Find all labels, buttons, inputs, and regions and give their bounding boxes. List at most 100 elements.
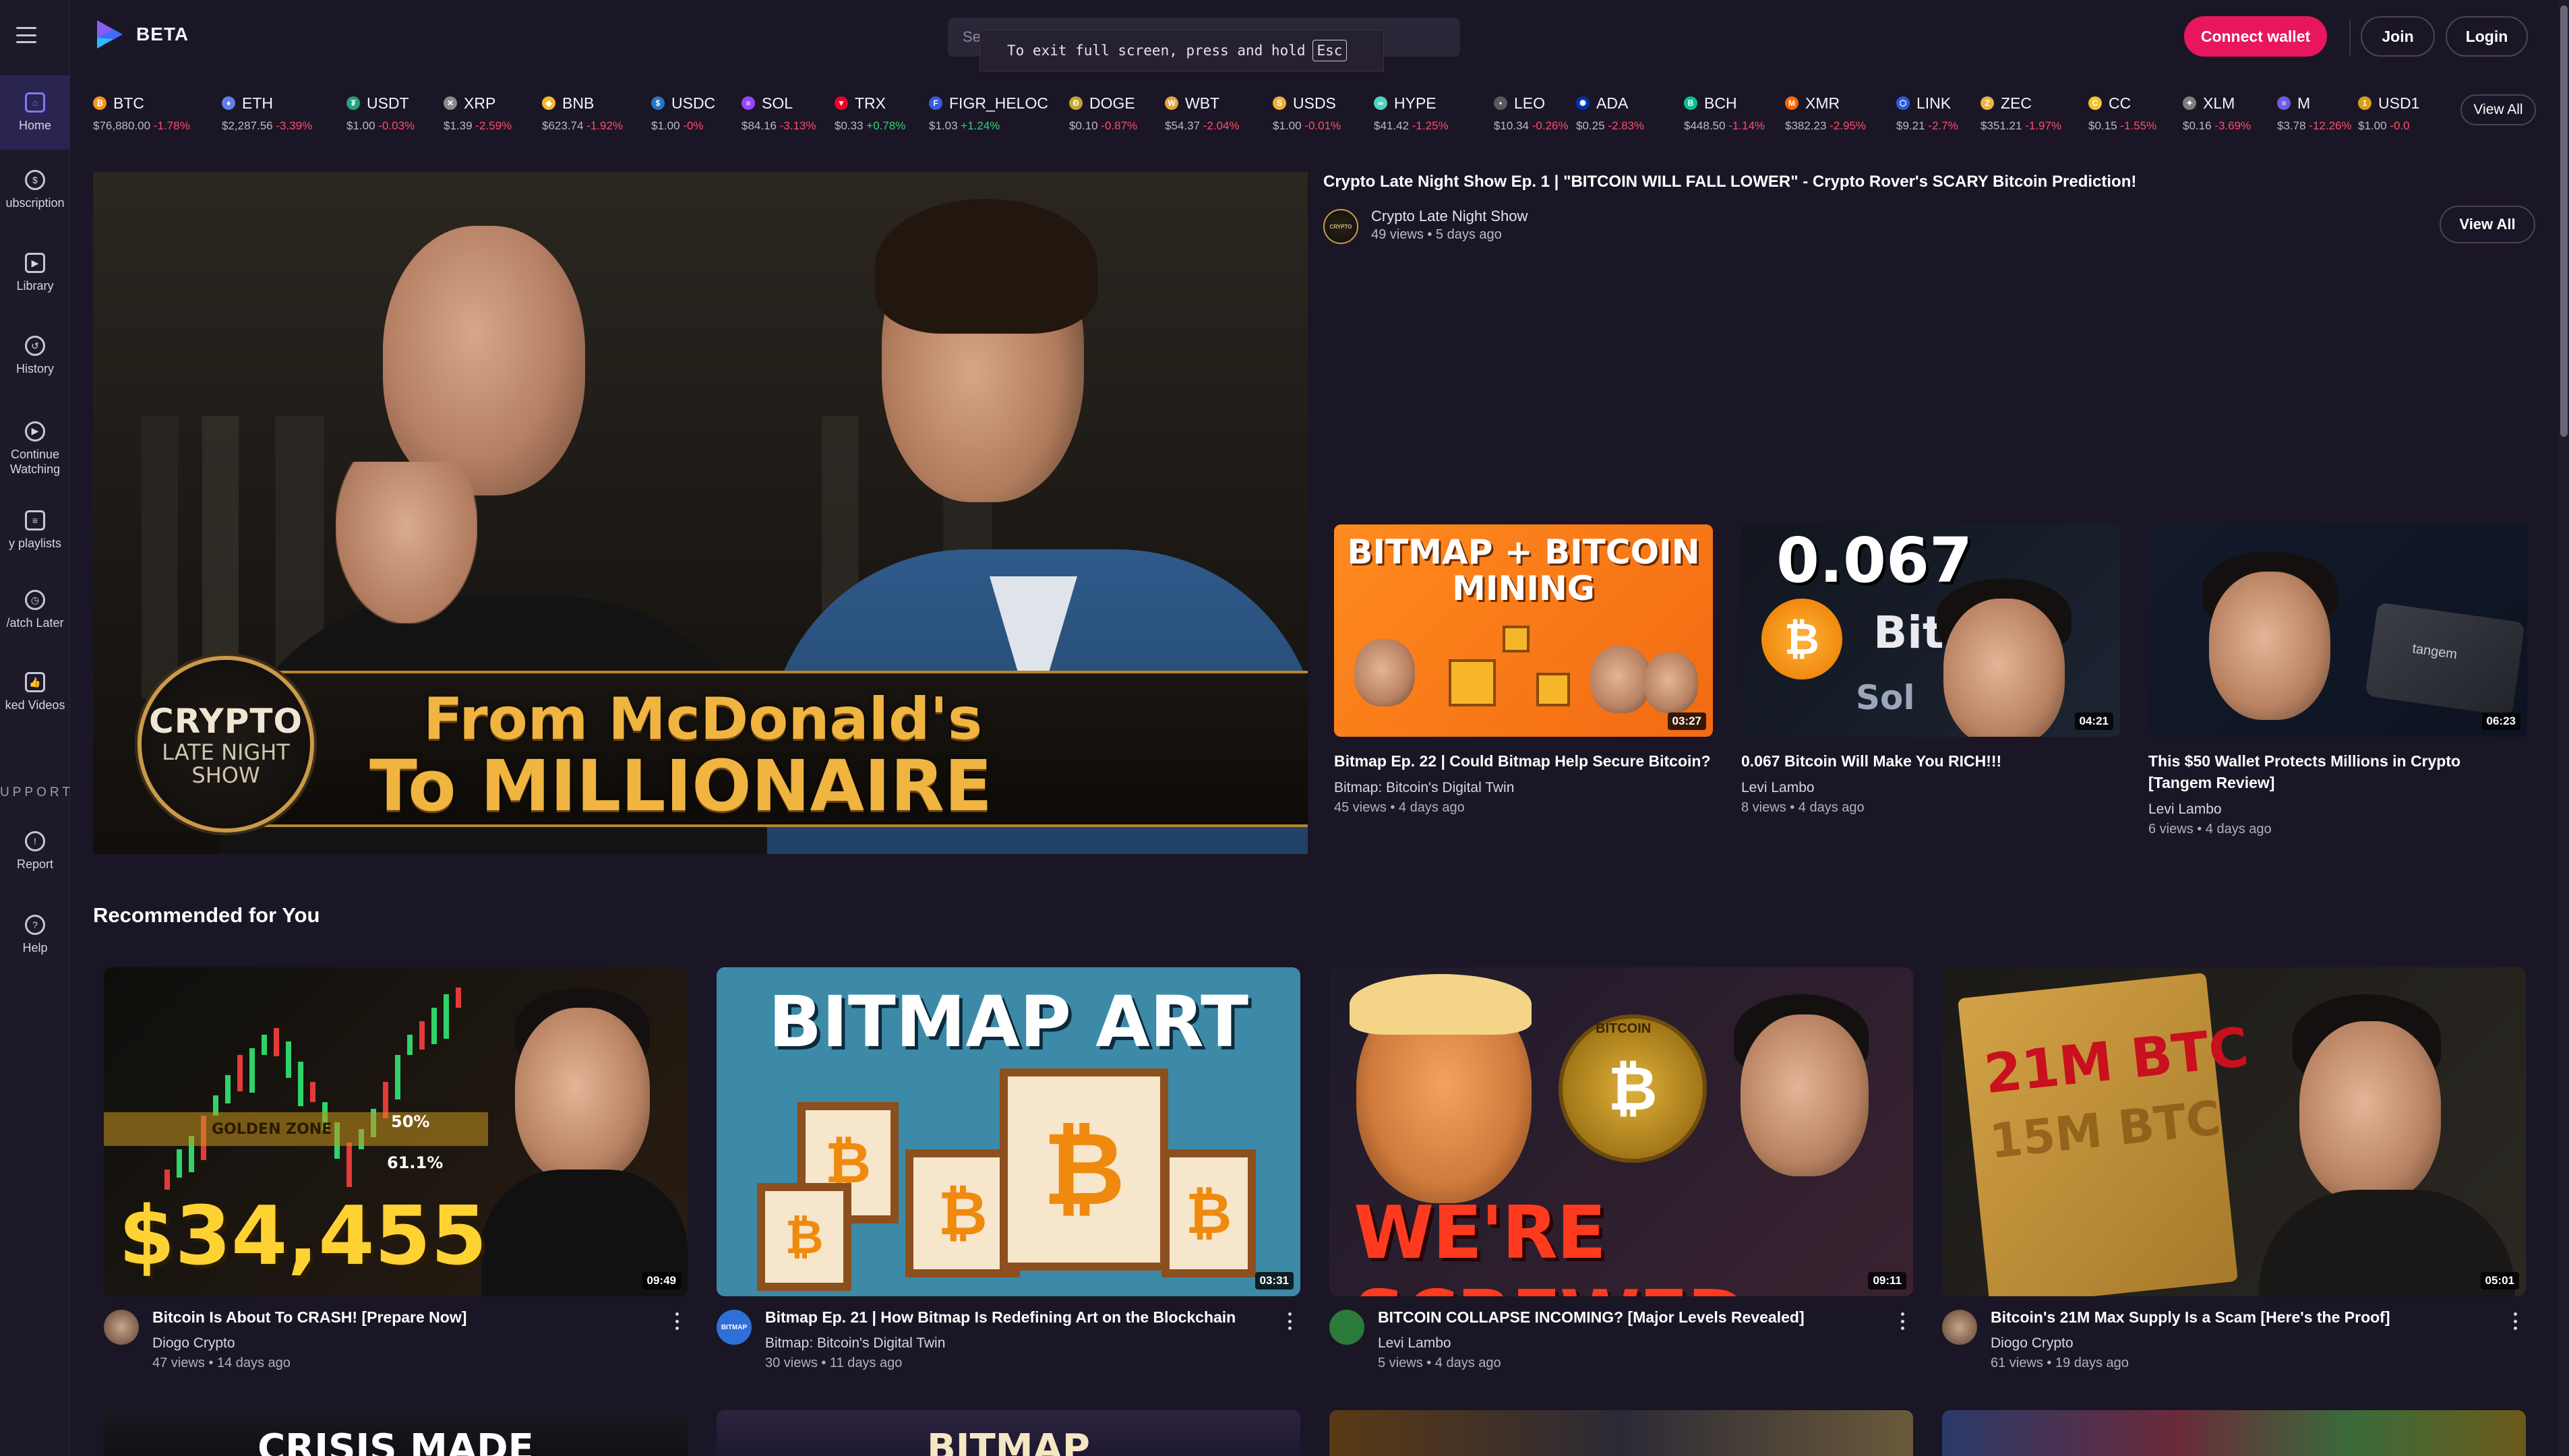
- video-title[interactable]: Bitcoin's 21M Max Supply Is a Scam [Here…: [1991, 1308, 2390, 1327]
- ticker-coin-leo[interactable]: • LEO $10.34 -0.26%: [1494, 91, 1569, 138]
- ticker-coin-usdc[interactable]: $ USDC $1.00 -0%: [651, 91, 715, 138]
- host-left-hand: [336, 462, 477, 624]
- ticker-coin-xrp[interactable]: ✕ XRP $1.39 -2.59%: [444, 91, 512, 138]
- channel-avatar[interactable]: BITMAP: [717, 1310, 752, 1345]
- sidebar-item-playlists[interactable]: ≡ y playlists: [0, 493, 70, 568]
- video-meta: 5 views • 4 days ago: [1378, 1356, 1501, 1370]
- sidebar-item-liked-videos[interactable]: 👍 ked Videos: [0, 655, 70, 729]
- fullscreen-toast-text: To exit full screen, press and hold: [1007, 42, 1306, 59]
- sidebar-item-watch-later[interactable]: ◷ /atch Later: [0, 573, 70, 647]
- channel-avatar[interactable]: [104, 1310, 139, 1345]
- more-options-icon[interactable]: [670, 1310, 684, 1333]
- presenter-body: [2259, 1190, 2515, 1296]
- video-thumbnail[interactable]: BITMAP: [717, 1410, 1300, 1456]
- video-card[interactable]: 21M BTC 15M BTC 05:01 Bitcoin's 21M Max …: [1942, 967, 2526, 1387]
- video-title[interactable]: Bitmap Ep. 21 | How Bitmap Is Redefining…: [765, 1308, 1236, 1327]
- ticker-coin-doge[interactable]: Ð DOGE $0.10 -0.87%: [1069, 91, 1137, 138]
- video-thumbnail[interactable]: 21M BTC 15M BTC 05:01: [1942, 967, 2526, 1296]
- bitcoin-block-icon: [1449, 659, 1496, 706]
- video-card[interactable]: BITMAP ART ₿ ₿ ₿ ₿ ₿ 03:31 BITMAP Bitmap…: [717, 967, 1300, 1387]
- video-thumbnail[interactable]: GOLDEN ZONE 50% 61.1% $34,455 09:49: [104, 967, 688, 1296]
- ticker-coin-bch[interactable]: B BCH $448.50 -1.14%: [1684, 91, 1765, 138]
- video-card[interactable]: BITMAP + BITCOIN MINING 03:27 Bitmap Ep.…: [1334, 524, 1713, 816]
- sidebar-item-report[interactable]: ! Report: [0, 814, 70, 888]
- channel-name[interactable]: Bitmap: Bitcoin's Digital Twin: [1334, 780, 1713, 796]
- ticker-coin-hype[interactable]: ∞ HYPE $41.42 -1.25%: [1374, 91, 1449, 138]
- featured-view-all-button[interactable]: View All: [2440, 206, 2535, 243]
- video-title[interactable]: Bitmap Ep. 22 | Could Bitmap Help Secure…: [1334, 750, 1713, 772]
- more-options-icon[interactable]: [1283, 1310, 1296, 1333]
- connect-wallet-button[interactable]: Connect wallet: [2184, 16, 2327, 57]
- bitcoin-frame-icon: ₿: [1161, 1149, 1256, 1277]
- more-options-icon[interactable]: [1896, 1310, 1909, 1333]
- channel-name[interactable]: Bitmap: Bitcoin's Digital Twin: [765, 1335, 945, 1352]
- video-thumbnail[interactable]: CRISIS MADE: [104, 1410, 688, 1456]
- ticker-coin-figr_heloc[interactable]: F FIGR_HELOC $1.03 +1.24%: [929, 91, 1048, 138]
- video-title[interactable]: 0.067 Bitcoin Will Make You RICH!!!: [1741, 750, 2120, 772]
- ticker-coin-wbt[interactable]: W WBT $54.37 -2.04%: [1165, 91, 1240, 138]
- join-button[interactable]: Join: [2361, 16, 2435, 57]
- ticker-coin-eth[interactable]: ♦ ETH $2,287.56 -3.39%: [222, 91, 312, 138]
- coin-icon: F: [929, 96, 942, 110]
- video-thumbnail[interactable]: [1942, 1410, 2526, 1456]
- scrollbar-thumb[interactable]: [2560, 5, 2568, 437]
- login-button[interactable]: Login: [2446, 16, 2528, 57]
- coin-icon: ♦: [222, 96, 235, 110]
- ticker-coin-cc[interactable]: C CC $0.15 -1.55%: [2088, 91, 2156, 138]
- video-card[interactable]: tangem 06:23 This $50 Wallet Protects Mi…: [2148, 524, 2527, 837]
- sidebar-item-home[interactable]: ⌂ Home: [0, 75, 70, 150]
- video-card[interactable]: 0.067 ₿ Bitcoi Sol 04:21 0.067 Bitcoin W…: [1741, 524, 2120, 816]
- featured-video-title[interactable]: Crypto Late Night Show Ep. 1 | "BITCOIN …: [1323, 173, 2136, 191]
- ticker-coin-m[interactable]: ≡ M $3.78 -12.26%: [2277, 91, 2352, 138]
- sidebar-item-continue-watching[interactable]: ▶ Continue Watching: [0, 406, 70, 491]
- channel-name[interactable]: Diogo Crypto: [152, 1335, 235, 1352]
- ticker-coin-xmr[interactable]: M XMR $382.23 -2.95%: [1785, 91, 1866, 138]
- ticker-coin-btc[interactable]: ₿ BTC $76,880.00 -1.78%: [93, 91, 190, 138]
- video-thumbnail[interactable]: BITMAP ART ₿ ₿ ₿ ₿ ₿ 03:31: [717, 967, 1300, 1296]
- channel-name[interactable]: Levi Lambo: [1378, 1335, 1451, 1352]
- video-card[interactable]: ₿ BITCOIN WE'RE SCREWED 09:11 BITCOIN CO…: [1329, 967, 1913, 1387]
- ticker-coin-bnb[interactable]: ◆ BNB $623.74 -1.92%: [542, 91, 623, 138]
- video-title[interactable]: Bitcoin Is About To CRASH! [Prepare Now]: [152, 1308, 466, 1327]
- candle-mark: [419, 1021, 425, 1050]
- sidebar-item-subscription[interactable]: $ ubscription: [0, 153, 70, 227]
- channel-avatar[interactable]: CRYPTO: [1323, 209, 1358, 244]
- candle-mark: [298, 1062, 303, 1106]
- featured-video-meta: 49 views • 5 days ago: [1371, 227, 1502, 242]
- ticker-coin-ada[interactable]: ✺ ADA $0.25 -2.83%: [1576, 91, 1644, 138]
- sidebar-item-library[interactable]: ▶ Library: [0, 236, 70, 310]
- ticker-coin-link[interactable]: ⬡ LINK $9.21 -2.7%: [1896, 91, 1958, 138]
- video-card[interactable]: GOLDEN ZONE 50% 61.1% $34,455 09:49 Bitc…: [104, 967, 688, 1387]
- ticker-coin-trx[interactable]: ▼ TRX $0.33 +0.78%: [835, 91, 905, 138]
- video-thumbnail[interactable]: tangem 06:23: [2148, 524, 2527, 737]
- ticker-view-all-button[interactable]: View All: [2460, 94, 2536, 125]
- coin-symbol: CC: [2109, 94, 2132, 112]
- video-title[interactable]: BITCOIN COLLAPSE INCOMING? [Major Levels…: [1378, 1308, 1805, 1327]
- video-thumbnail[interactable]: [1329, 1410, 1913, 1456]
- channel-avatar[interactable]: [1942, 1310, 1977, 1345]
- sidebar-item-help[interactable]: ? Help: [0, 898, 70, 972]
- coin-symbol: USDS: [1293, 94, 1336, 112]
- more-options-icon[interactable]: [2508, 1310, 2522, 1333]
- video-title[interactable]: This $50 Wallet Protects Millions in Cry…: [2148, 750, 2527, 793]
- channel-name[interactable]: Levi Lambo: [2148, 801, 2527, 818]
- ticker-coin-xlm[interactable]: ✦ XLM $0.16 -3.69%: [2183, 91, 2251, 138]
- ticker-coin-sol[interactable]: ≡ SOL $84.16 -3.13%: [742, 91, 816, 138]
- sidebar-item-history[interactable]: ↺ History: [0, 319, 70, 393]
- badge-line1: CRYPTO: [149, 702, 303, 741]
- video-thumbnail[interactable]: BITMAP + BITCOIN MINING 03:27: [1334, 524, 1713, 737]
- ticker-coin-zec[interactable]: Z ZEC $351.21 -1.97%: [1981, 91, 2061, 138]
- featured-video-thumbnail[interactable]: From McDonald's To MILLIONAIRE CRYPTO LA…: [93, 172, 1308, 854]
- channel-name[interactable]: Levi Lambo: [1741, 780, 2120, 796]
- menu-icon[interactable]: [16, 27, 36, 43]
- video-thumbnail[interactable]: 0.067 ₿ Bitcoi Sol 04:21: [1741, 524, 2120, 737]
- channel-avatar[interactable]: [1329, 1310, 1364, 1345]
- ticker-coin-usds[interactable]: S USDS $1.00 -0.01%: [1273, 91, 1341, 138]
- coin-price: $1.00: [651, 119, 680, 132]
- video-thumbnail[interactable]: ₿ BITCOIN WE'RE SCREWED 09:11: [1329, 967, 1913, 1296]
- logo[interactable]: BETA: [93, 18, 189, 51]
- ticker-coin-usd1[interactable]: 1 USD1 $1.00 -0.0: [2358, 91, 2419, 138]
- featured-channel-name[interactable]: Crypto Late Night Show: [1371, 208, 1528, 225]
- channel-name[interactable]: Diogo Crypto: [1991, 1335, 2074, 1352]
- ticker-coin-usdt[interactable]: ₮ USDT $1.00 -0.03%: [346, 91, 415, 138]
